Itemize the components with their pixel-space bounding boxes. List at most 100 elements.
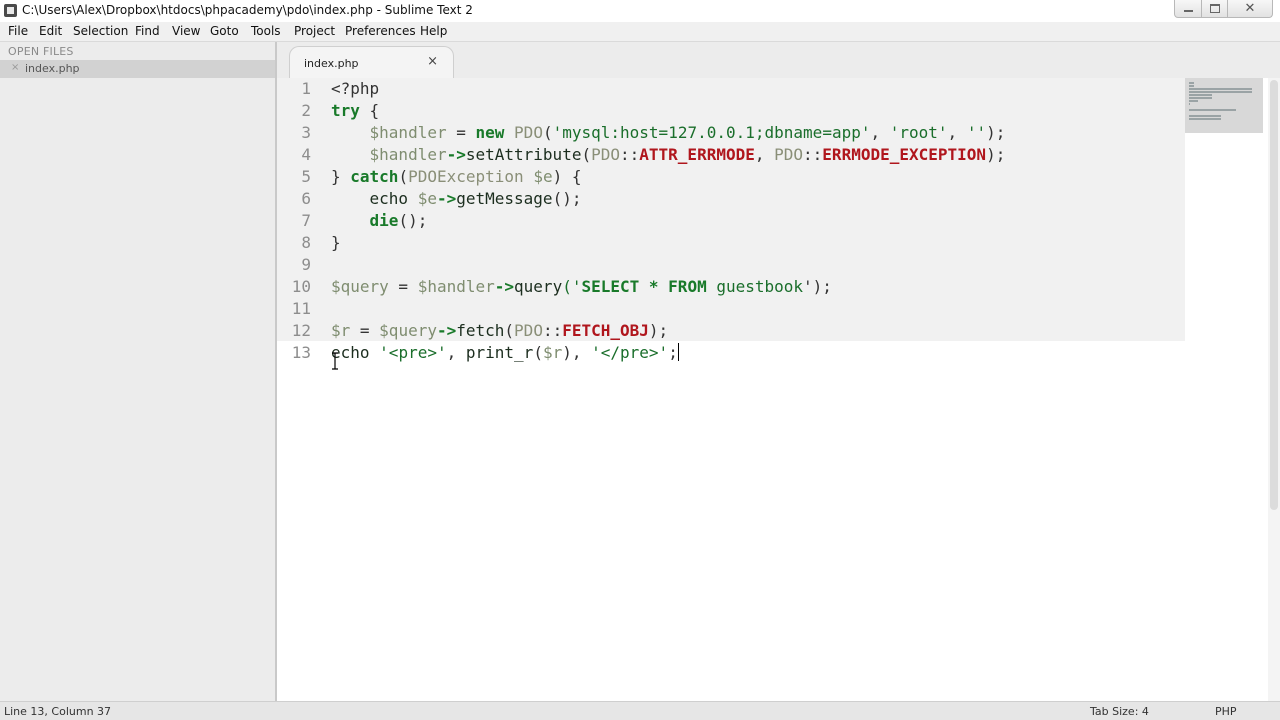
- code-line[interactable]: 12 $r = $query->fetch(PDO::FETCH_OBJ);: [277, 320, 1185, 342]
- close-window-button[interactable]: ✕: [1227, 0, 1273, 18]
- code-content: $handler = new PDO('mysql:host=127.0.0.1…: [331, 122, 1006, 144]
- syntax-indicator[interactable]: PHP: [1215, 705, 1237, 718]
- close-tab-icon[interactable]: ×: [427, 54, 438, 69]
- code-line[interactable]: 4 $handler->setAttribute(PDO::ATTR_ERRMO…: [277, 144, 1185, 166]
- menu-project[interactable]: Project: [294, 24, 335, 38]
- close-file-icon[interactable]: ×: [11, 62, 19, 73]
- code-token: =: [388, 277, 418, 296]
- code-token: PDO: [591, 145, 620, 164]
- menu-bar: File Edit Selection Find View Goto Tools…: [0, 22, 1280, 42]
- code-line[interactable]: 7 die();: [277, 210, 1185, 232]
- menu-preferences[interactable]: Preferences: [345, 24, 416, 38]
- maximize-button[interactable]: [1201, 0, 1228, 18]
- code-token: query: [514, 277, 563, 296]
- code-token: ,: [754, 145, 775, 164]
- code-token: $handler: [417, 277, 495, 296]
- minimize-icon: [1184, 10, 1193, 12]
- menu-selection[interactable]: Selection: [73, 24, 128, 38]
- code-line[interactable]: 5} catch(PDOException $e) {: [277, 166, 1185, 188]
- vertical-scrollbar[interactable]: [1268, 78, 1280, 701]
- code-editor[interactable]: 1 <?php 2 try {3 $handler = new PDO('mysql:…: [277, 78, 1268, 701]
- maximize-icon: [1210, 4, 1220, 13]
- code-line[interactable]: 11: [277, 298, 1185, 320]
- code-token: (: [398, 167, 409, 186]
- menu-help[interactable]: Help: [420, 24, 447, 38]
- code-token: 'root': [889, 123, 948, 142]
- text-cursor-icon: [332, 352, 338, 370]
- line-number: 12: [291, 321, 311, 340]
- code-content: <?php: [331, 78, 379, 100]
- code-line[interactable]: 13 echo '<pre>', print_r($r), '</pre>';: [277, 342, 1185, 364]
- code-token: PDO: [514, 321, 543, 340]
- line-number: 7: [301, 211, 311, 230]
- code-content: try {: [331, 100, 379, 122]
- line-number: 3: [301, 123, 311, 142]
- code-token: ,: [947, 123, 967, 142]
- code-token: $e: [533, 167, 553, 186]
- sidebar-file-index-php[interactable]: × index.php: [0, 60, 275, 78]
- code-token: ::: [542, 321, 563, 340]
- line-number: 1: [301, 79, 311, 98]
- code-line[interactable]: 2 try {: [277, 100, 1185, 122]
- code-line[interactable]: 9: [277, 254, 1185, 276]
- line-number: 4: [301, 145, 311, 164]
- code-token: );: [986, 145, 1006, 164]
- menu-tools[interactable]: Tools: [251, 24, 281, 38]
- code-line[interactable]: 6 echo $e->getMessage();: [277, 188, 1185, 210]
- code-token: ::: [620, 145, 640, 164]
- code-token: '': [966, 123, 987, 142]
- close-icon: ✕: [1244, 1, 1256, 16]
- code-token: ),: [562, 343, 592, 362]
- minimap-code-line: [1189, 94, 1213, 96]
- minimap-viewport[interactable]: [1185, 78, 1263, 133]
- line-number: 2: [301, 101, 311, 120]
- minimap-code-line: [1189, 91, 1252, 93]
- code-content: echo '<pre>', print_r($r), '</pre>';: [331, 342, 679, 364]
- minimap-code-line: [1189, 88, 1252, 90]
- line-number: 6: [301, 189, 311, 208]
- code-content: $handler->setAttribute(PDO::ATTR_ERRMODE…: [331, 144, 1006, 166]
- code-token: $r: [331, 321, 351, 340]
- code-line[interactable]: 1 <?php: [277, 78, 1185, 100]
- tab-index-php[interactable]: index.php ×: [289, 46, 454, 78]
- code-token: $handler: [369, 123, 447, 142]
- menu-find[interactable]: Find: [135, 24, 160, 38]
- code-content: $r = $query->fetch(PDO::FETCH_OBJ);: [331, 320, 668, 342]
- code-token: );: [648, 321, 669, 340]
- code-content: } catch(PDOException $e) {: [331, 166, 581, 188]
- code-token: {: [359, 101, 380, 120]
- code-token: ();: [552, 189, 582, 208]
- code-line[interactable]: 10 $query = $handler->query('SELECT * FRO…: [277, 276, 1185, 298]
- code-token: ();: [398, 211, 428, 230]
- code-content: die();: [331, 210, 428, 232]
- minimize-button[interactable]: [1174, 0, 1202, 18]
- code-line[interactable]: 3 $handler = new PDO('mysql:host=127.0.0…: [277, 122, 1185, 144]
- code-token: <?php: [331, 79, 380, 98]
- code-line[interactable]: 8}: [277, 232, 1185, 254]
- minimap[interactable]: [1185, 78, 1268, 701]
- code-token: (: [581, 145, 592, 164]
- code-token: }: [331, 167, 351, 186]
- code-token: (: [504, 321, 515, 340]
- menu-edit[interactable]: Edit: [39, 24, 62, 38]
- code-token: =: [446, 123, 476, 142]
- code-token: fetch: [456, 321, 505, 340]
- cursor-position: Line 13, Column 37: [4, 705, 112, 718]
- tab-size-indicator[interactable]: Tab Size: 4: [1090, 705, 1149, 718]
- menu-goto[interactable]: Goto: [210, 24, 239, 38]
- code-token: $e: [417, 189, 437, 208]
- tab-label: index.php: [304, 57, 359, 70]
- menu-view[interactable]: View: [172, 24, 200, 38]
- scrollbar-thumb[interactable]: [1270, 80, 1278, 510]
- code-token: *: [639, 277, 669, 296]
- minimap-code-line: [1189, 118, 1222, 120]
- code-token: (: [542, 123, 553, 142]
- code-token: (': [562, 277, 582, 296]
- sublime-app-icon[interactable]: [4, 4, 17, 17]
- menu-file[interactable]: File: [8, 24, 28, 38]
